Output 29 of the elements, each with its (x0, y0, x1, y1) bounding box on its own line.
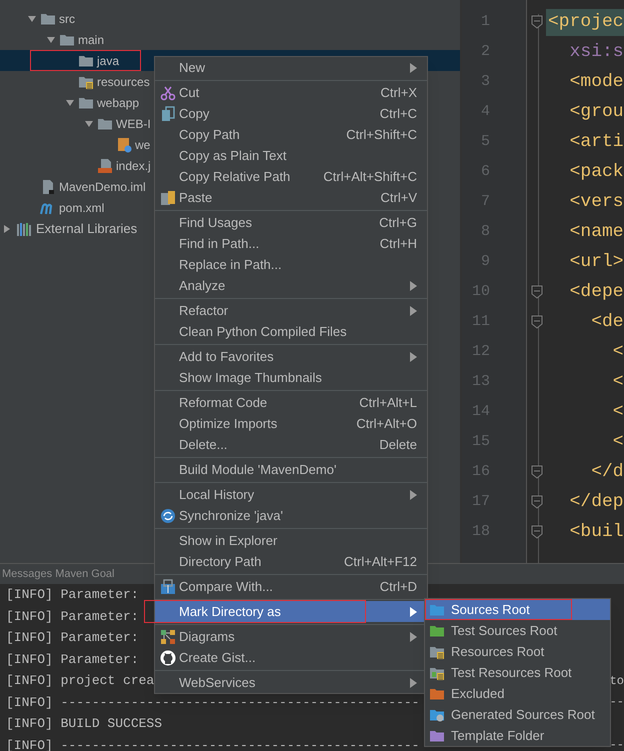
console-line: [INFO] ---------------------------------------------- (6, 736, 420, 751)
code-line: <mode (568, 70, 624, 94)
code-line: <grou (568, 100, 624, 124)
code-line: <de (590, 310, 624, 334)
code-line: <pack (568, 160, 624, 184)
code-line: <buil (568, 520, 624, 544)
console-line: -- (610, 737, 624, 751)
code-line: </dep (568, 490, 624, 514)
console-line: -- (610, 694, 624, 712)
code-line: xsi:s (568, 40, 624, 64)
code-line: < (612, 430, 624, 454)
code-line: < (612, 400, 624, 424)
console-line: [INFO] Parameter: (6, 650, 139, 668)
code-line: </d (590, 460, 624, 484)
console-line: [INFO] ---------------------------------------------- (6, 694, 420, 712)
code-line: <depe (568, 280, 624, 304)
code-line: <arti (568, 130, 624, 154)
code-line: <name (568, 220, 624, 244)
console-line: [INFO] Parameter: (6, 608, 139, 626)
console-line: [INFO] BUILD SUCCESS (6, 715, 162, 733)
code-line: < (612, 340, 624, 364)
panel-title: Messages Maven Goal (2, 566, 114, 582)
console-line: [INFO] Parameter: (6, 586, 139, 604)
code-line: <vers (568, 190, 624, 214)
console-line: [INFO] Parameter: (6, 629, 139, 647)
code-line: <url> (568, 250, 624, 274)
code-line: < (612, 370, 624, 394)
console-line: to (610, 672, 624, 690)
console-line: [INFO] project crea (6, 672, 154, 690)
